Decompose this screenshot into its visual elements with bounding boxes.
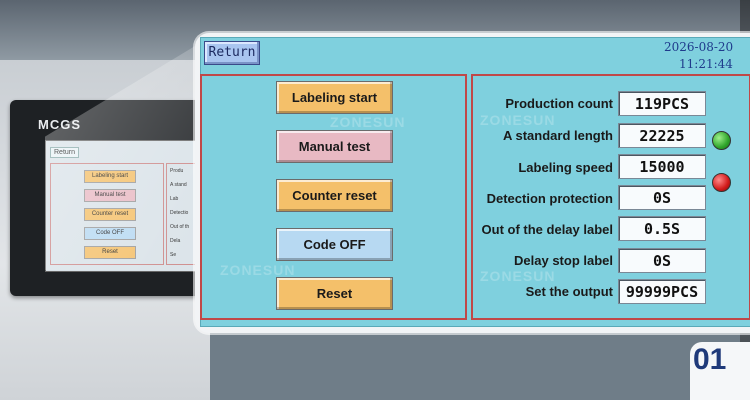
detection-protection-label: Detection protection	[486, 191, 613, 206]
labeling-speed-value[interactable]: 15000	[618, 154, 706, 179]
set-output-value[interactable]: 99999PCS	[618, 279, 706, 304]
manual-test-button[interactable]: Manual test	[276, 130, 393, 163]
mini-return-button: Return	[50, 147, 80, 158]
production-count-label: Production count	[505, 96, 613, 111]
mini-label: Produ	[170, 168, 184, 174]
standard-length-value[interactable]: 22225	[618, 123, 706, 148]
labeling-start-button[interactable]: Labeling start	[276, 81, 393, 114]
mini-label: A stand	[170, 182, 187, 188]
mini-label: Detectio	[170, 210, 189, 216]
mini-manual-test: Manual test	[84, 189, 136, 202]
delay-stop-label-value[interactable]: 0S	[618, 248, 706, 273]
delay-label-label: Out of the delay label	[481, 222, 613, 237]
mini-label: Dela	[170, 238, 181, 244]
mini-label: Se	[170, 252, 177, 258]
production-count-value[interactable]: 119PCS	[618, 91, 706, 116]
mini-code-off: Code OFF	[84, 227, 136, 240]
return-button[interactable]: Return	[204, 41, 260, 65]
mini-reset: Reset	[84, 246, 136, 259]
date-display: 2026-08-20	[664, 40, 734, 54]
mini-label: Lab	[170, 196, 179, 202]
detection-protection-value[interactable]: 0S	[618, 185, 706, 210]
mini-counter-reset: Counter reset	[84, 208, 136, 221]
standard-length-label: A standard length	[502, 128, 613, 143]
delay-label-value[interactable]: 0.5S	[618, 216, 706, 241]
set-output-label: Set the output	[525, 284, 613, 299]
page-number: 01	[693, 343, 727, 376]
counter-reset-button[interactable]: Counter reset	[276, 179, 393, 212]
mini-left-panel: Labeling start Manual test Counter reset…	[50, 163, 164, 265]
red-status-icon	[712, 173, 731, 192]
labeling-speed-label: Labeling speed	[518, 160, 613, 175]
code-off-button[interactable]: Code OFF	[276, 228, 393, 261]
delay-stop-label-label: Delay stop label	[514, 253, 613, 268]
green-status-icon	[712, 131, 731, 150]
reset-button[interactable]: Reset	[276, 277, 393, 310]
mini-label: Out of th	[170, 224, 190, 230]
mini-labeling-start: Labeling start	[84, 170, 136, 183]
hmi-mini-screen: Return Labeling start Manual test Counte…	[45, 140, 212, 272]
device-logo: MCGS	[38, 117, 81, 132]
time-display: 11:21:44	[679, 57, 733, 71]
